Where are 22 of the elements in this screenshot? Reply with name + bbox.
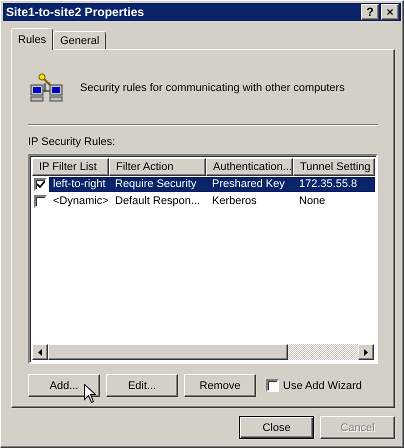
column-header[interactable]: IP Filter List <box>32 158 109 176</box>
window-title: Site1-to-site2 Properties <box>6 5 146 19</box>
dialog-button[interactable]: Close <box>239 416 314 439</box>
table-cell[interactable]: Require Security <box>109 177 206 192</box>
checkbox-label: Use Add Wizard <box>283 380 362 392</box>
action-button[interactable]: Remove <box>184 374 256 397</box>
tab[interactable]: General <box>53 31 106 49</box>
column-header[interactable]: Tunnel Setting <box>293 158 375 176</box>
table-cell[interactable]: Preshared Key <box>206 177 293 192</box>
table-cell[interactable]: 172.35.55.8 <box>293 177 375 192</box>
action-button[interactable]: Add... <box>28 374 100 397</box>
table-cell[interactable]: left-to-right <box>49 177 110 192</box>
close-button[interactable]: × <box>381 4 399 20</box>
table-cell[interactable]: Kerberos <box>206 194 293 209</box>
column-header[interactable]: Filter Action <box>109 158 206 176</box>
tab[interactable]: Rules <box>11 28 54 50</box>
description-text: Security rules for communicating with other computers <box>80 82 345 94</box>
table-cell[interactable]: None <box>293 194 375 209</box>
help-button[interactable]: ? <box>361 4 379 20</box>
column-header[interactable]: Authentication... <box>206 158 293 176</box>
list-label: IP Security Rules: <box>28 136 116 148</box>
action-button[interactable]: Edit... <box>106 374 178 397</box>
